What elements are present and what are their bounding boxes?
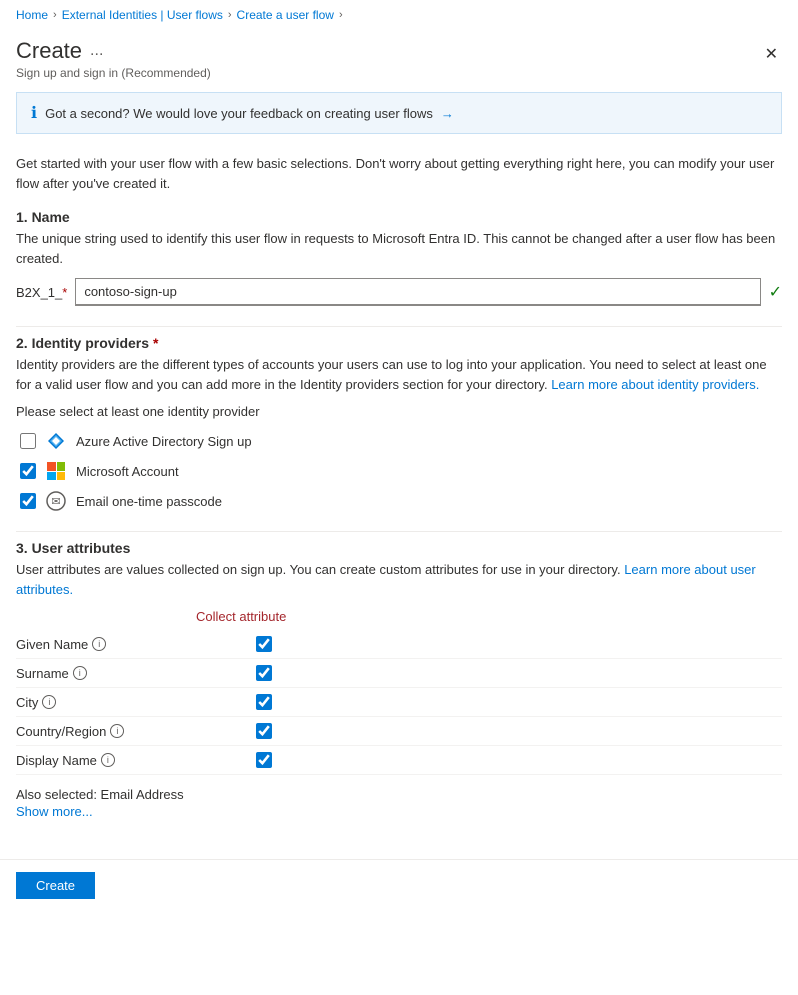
close-button[interactable]: ✕ <box>761 40 782 68</box>
section-ua-desc: User attributes are values collected on … <box>16 560 782 599</box>
show-more-link[interactable]: Show more... <box>16 804 782 819</box>
page-ellipsis[interactable]: ... <box>90 42 103 60</box>
attr-name-city: City i <box>16 695 196 710</box>
section-name: 1. Name The unique string used to identi… <box>16 209 782 306</box>
breadcrumb-sep-1: › <box>53 9 57 21</box>
breadcrumb-home[interactable]: Home <box>16 8 48 22</box>
page-title-row: Create ... <box>16 38 211 64</box>
create-button[interactable]: Create <box>16 872 95 899</box>
section-name-title: 1. Name <box>16 209 782 225</box>
attr-checkbox-display-name[interactable] <box>256 752 272 768</box>
provider-checkbox-aad[interactable] <box>20 433 36 449</box>
section-ua-title: 3. User attributes <box>16 540 782 556</box>
ms-blue <box>47 472 56 481</box>
attr-name-display-name: Display Name i <box>16 753 196 768</box>
provider-label-aad: Azure Active Directory Sign up <box>76 434 252 449</box>
provider-label-microsoft: Microsoft Account <box>76 464 179 479</box>
section-ip-title: 2. Identity providers * <box>16 335 782 351</box>
attr-name-country: Country/Region i <box>16 724 196 739</box>
microsoft-icon <box>46 461 66 481</box>
feedback-link[interactable]: → <box>441 106 454 121</box>
provider-checkbox-email[interactable] <box>20 493 36 509</box>
arrow-icon: → <box>441 106 454 121</box>
provider-checkbox-microsoft[interactable] <box>20 463 36 479</box>
attr-label-display-name: Display Name <box>16 753 97 768</box>
email-icon-container: ✉ <box>46 491 66 511</box>
breadcrumb-create-user-flow[interactable]: Create a user flow <box>237 8 334 22</box>
attr-label-country: Country/Region <box>16 724 106 739</box>
provider-label-email: Email one-time passcode <box>76 494 222 509</box>
required-star: * <box>62 285 67 300</box>
section-divider-1 <box>16 326 782 327</box>
prefix-text: B2X_1_ <box>16 285 62 300</box>
ip-title-text: 2. Identity providers <box>16 335 149 351</box>
attr-name-surname: Surname i <box>16 666 196 681</box>
intro-text: Get started with your user flow with a f… <box>16 154 782 193</box>
feedback-text: Got a second? We would love your feedbac… <box>45 106 433 121</box>
attr-checkbox-surname[interactable] <box>256 665 272 681</box>
main-content: Get started with your user flow with a f… <box>0 142 798 851</box>
breadcrumb-external-identities[interactable]: External Identities | User flows <box>62 8 223 22</box>
attr-label-given-name: Given Name <box>16 637 88 652</box>
email-otp-icon: ✉ <box>46 491 66 511</box>
page-header: Create ... Sign up and sign in (Recommen… <box>0 30 798 84</box>
feedback-banner: ℹ Got a second? We would love your feedb… <box>16 92 782 134</box>
provider-item-aad: Azure Active Directory Sign up <box>20 431 782 451</box>
identity-providers-list: Azure Active Directory Sign up Microsoft… <box>20 431 782 511</box>
breadcrumb: Home › External Identities | User flows … <box>0 0 798 30</box>
section-divider-2 <box>16 531 782 532</box>
svg-text:✉: ✉ <box>51 496 60 508</box>
attr-info-given-name[interactable]: i <box>92 637 106 651</box>
section-name-desc: The unique string used to identify this … <box>16 229 782 268</box>
breadcrumb-sep-2: › <box>228 9 232 21</box>
info-icon: ℹ <box>31 103 37 123</box>
collect-attribute-label: Collect attribute <box>196 609 286 624</box>
name-input-row: B2X_1_* ✓ <box>16 278 782 306</box>
attr-row-given-name: Given Name i <box>16 630 782 659</box>
breadcrumb-sep-3: › <box>339 9 343 21</box>
section-ip-desc: Identity providers are the different typ… <box>16 355 782 394</box>
attr-row-surname: Surname i <box>16 659 782 688</box>
attr-name-given-name: Given Name i <box>16 637 196 652</box>
attr-info-country[interactable]: i <box>110 724 124 738</box>
azure-icon <box>46 431 66 451</box>
ip-learn-more[interactable]: Learn more about identity providers. <box>551 377 759 392</box>
input-check-icon: ✓ <box>769 282 782 302</box>
attr-info-display-name[interactable]: i <box>101 753 115 767</box>
attr-label-city: City <box>16 695 38 710</box>
page-footer: Create <box>0 859 798 911</box>
attr-checkbox-country[interactable] <box>256 723 272 739</box>
section-user-attributes: 3. User attributes User attributes are v… <box>16 540 782 819</box>
section-identity-providers: 2. Identity providers * Identity provide… <box>16 335 782 511</box>
ms-red <box>47 462 56 471</box>
page-title: Create <box>16 38 82 64</box>
ms-green <box>57 462 66 471</box>
provider-item-email: ✉ Email one-time passcode <box>20 491 782 511</box>
page-subtitle: Sign up and sign in (Recommended) <box>16 66 211 80</box>
name-prefix: B2X_1_* <box>16 285 67 300</box>
please-select-text: Please select at least one identity prov… <box>16 404 782 419</box>
provider-item-microsoft: Microsoft Account <box>20 461 782 481</box>
attr-row-country: Country/Region i <box>16 717 782 746</box>
page-header-left: Create ... Sign up and sign in (Recommen… <box>16 38 211 80</box>
ms-yellow <box>57 472 66 481</box>
ua-desc-text: User attributes are values collected on … <box>16 562 621 577</box>
ip-required-star: * <box>153 335 158 351</box>
attr-info-city[interactable]: i <box>42 695 56 709</box>
name-input[interactable] <box>75 278 760 306</box>
attr-label-surname: Surname <box>16 666 69 681</box>
collect-attr-header: Collect attribute <box>196 609 782 624</box>
attr-row-display-name: Display Name i <box>16 746 782 775</box>
attr-info-surname[interactable]: i <box>73 666 87 680</box>
ms-squares <box>47 462 65 480</box>
also-selected-text: Also selected: Email Address <box>16 787 782 802</box>
attr-row-city: City i <box>16 688 782 717</box>
attr-checkbox-given-name[interactable] <box>256 636 272 652</box>
attr-checkbox-city[interactable] <box>256 694 272 710</box>
